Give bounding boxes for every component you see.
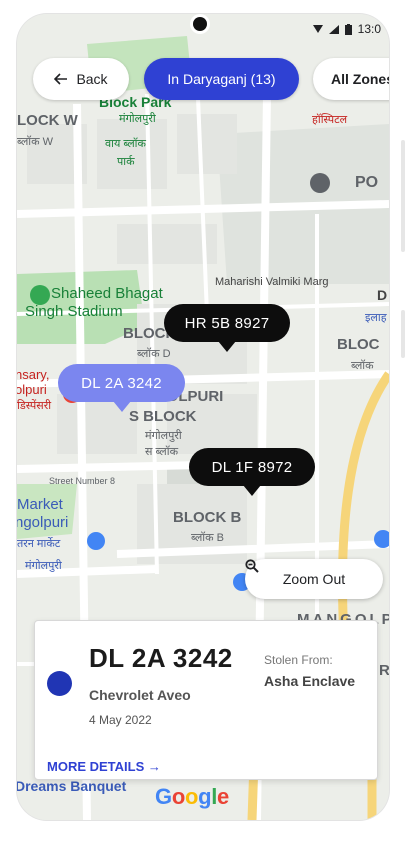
status-bar: 13:0 <box>17 14 389 48</box>
map-label-block-right-hi: ब्लॉक <box>351 360 374 372</box>
vehicle-marker-label: HR 5B 8927 <box>184 314 270 332</box>
front-camera <box>193 17 207 31</box>
google-logo: Google <box>155 784 229 810</box>
map-label-dreams: Dreams Banquet <box>17 778 127 794</box>
stolen-date: 4 May 2022 <box>89 713 152 727</box>
map-label-park-hi: पार्क <box>117 156 135 168</box>
map-label-block-b-hi: ब्लॉक B <box>191 532 224 544</box>
map-label-olpuri: olpuri <box>17 382 47 397</box>
battery-icon <box>344 23 352 35</box>
vehicle-marker[interactable]: DL 1F 8972 <box>189 448 315 496</box>
google-letter: g <box>198 784 212 809</box>
map-label-ngolpuri: ngolpuri <box>17 514 69 531</box>
arrow-left-icon <box>54 73 68 85</box>
map-label-block-right: BLOC <box>337 336 380 353</box>
zoom-out-button[interactable]: Zoom Out <box>245 559 383 599</box>
vehicle-marker-selected[interactable]: DL 2A 3242 <box>58 364 185 412</box>
map-label-shaheed: Shaheed Bhagat <box>51 285 163 302</box>
map-label-market-hi: तरन मार्केट <box>17 538 61 550</box>
map-label-block-w-hi: ब्लॉक W <box>17 136 54 148</box>
map-label-block-w: LOCK W <box>17 112 78 129</box>
map-label-r: R <box>379 662 389 679</box>
vehicle-color-dot <box>47 671 72 696</box>
map-label-s-block-hi: स ब्लॉक <box>145 446 179 458</box>
status-time: 13:0 <box>357 22 381 36</box>
map-label-mangolpuri-hi: मंगोलपुरी <box>119 113 156 125</box>
zoom-out-icon <box>245 559 259 573</box>
google-letter: G <box>155 784 172 809</box>
map-label-block-d-hi: ब्लॉक D <box>137 348 171 360</box>
vehicle-marker-label: DL 2A 3242 <box>81 374 162 392</box>
more-details-link[interactable]: MORE DETAILS → <box>47 759 161 774</box>
vehicle-details-card[interactable]: DL 2A 3242 Chevrolet Aveo 4 May 2022 Sto… <box>34 620 378 780</box>
stolen-from-value: Asha Enclave <box>264 673 356 689</box>
map-label-singh: Singh Stadium <box>25 303 123 320</box>
vehicle-marker-label: DL 1F 8972 <box>211 458 293 476</box>
back-button[interactable]: Back <box>33 58 129 100</box>
back-label: Back <box>76 71 108 87</box>
google-letter: e <box>217 784 229 809</box>
map-label-illa: इलाह <box>365 312 387 324</box>
all-zones-button[interactable]: All Zones <box>313 58 389 100</box>
zoom-out-label: Zoom Out <box>282 571 346 587</box>
all-zones-label: All Zones <box>331 71 389 87</box>
map-label-block-b: BLOCK B <box>173 509 242 526</box>
status-icons: 13:0 <box>312 22 381 36</box>
map-label-dispensary: nsary, <box>17 367 50 382</box>
wifi-icon <box>312 25 323 33</box>
vehicle-model: Chevrolet Aveo <box>89 687 191 703</box>
map-label-pocket: PO <box>355 174 379 191</box>
volume-button <box>401 140 405 252</box>
map-label-market: Market <box>17 496 63 513</box>
map-label-maharishi: Maharishi Valmiki Marg <box>215 276 329 288</box>
map-label-dispensary-hi: डिस्पेंसरी <box>17 400 52 412</box>
vehicle-plate: DL 2A 3242 <box>89 643 233 673</box>
signal-icon <box>328 24 339 34</box>
map-label-vay-block: वाय ब्लॉक <box>105 138 146 150</box>
map-label-s-block: S BLOCK <box>129 408 197 425</box>
area-filter-button[interactable]: In Daryaganj (13) <box>144 58 299 100</box>
map-label-street8: Street Number 8 <box>49 476 116 486</box>
map-label-mangolpuri2-hi: मंगोलपुरी <box>145 430 182 442</box>
google-letter: o <box>184 784 199 809</box>
google-letter: o <box>171 784 185 809</box>
map-label-d: D <box>377 287 388 303</box>
vehicle-marker[interactable]: HR 5B 8927 <box>164 304 290 352</box>
stolen-from-label: Stolen From: <box>264 653 333 667</box>
phone-screen: Block Park मंगोलपुरी LOCK W ब्लॉक W वाय … <box>17 14 389 820</box>
area-filter-label: In Daryaganj (13) <box>167 71 276 87</box>
map-label-hospital-hi: हॉस्पिटल <box>312 114 348 126</box>
map-label-mangolpuri3-hi: मंगोलपुरी <box>25 560 62 572</box>
power-button <box>401 310 405 358</box>
